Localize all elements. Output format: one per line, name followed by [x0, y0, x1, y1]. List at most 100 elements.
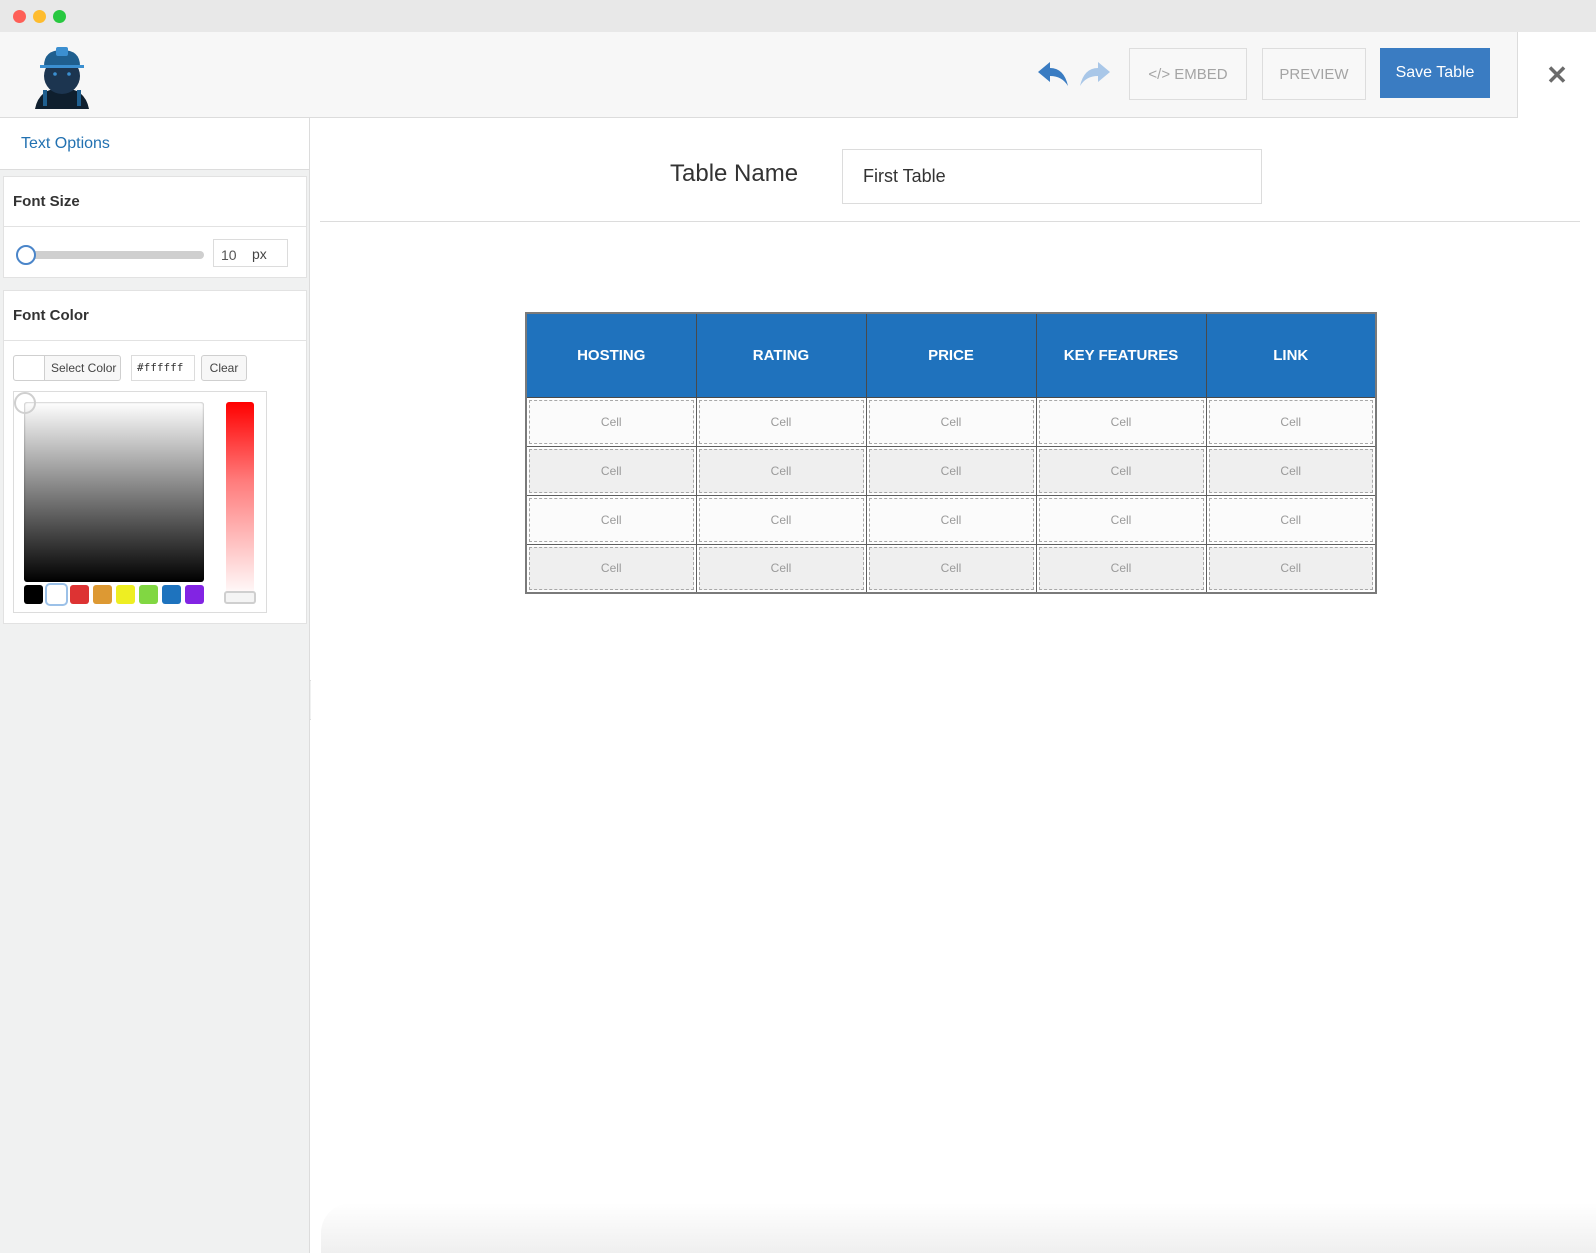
table-cell[interactable]: Cell [1035, 543, 1207, 594]
cell-text[interactable]: Cell [1208, 448, 1373, 493]
cell-text[interactable]: Cell [529, 399, 694, 444]
hue-slider[interactable] [226, 402, 254, 598]
palette-swatch-black[interactable] [24, 585, 43, 604]
close-editor-button[interactable]: ✕ [1517, 32, 1596, 118]
cell-text[interactable]: Cell [868, 546, 1034, 590]
table-cell[interactable]: Cell [695, 396, 867, 447]
palette-swatch-purple[interactable] [185, 585, 204, 604]
cell-text[interactable]: Cell [1038, 448, 1204, 493]
redo-button[interactable] [1078, 60, 1112, 90]
table-cell[interactable]: Cell [695, 445, 867, 496]
bottom-shadow [321, 1203, 1596, 1253]
cell-text[interactable]: Cell [1208, 497, 1373, 542]
table-cell[interactable]: Cell [525, 543, 697, 594]
font-size-slider-track[interactable] [19, 251, 204, 259]
table-row: Cell Cell Cell Cell Cell [525, 543, 1377, 594]
palette-swatch-orange[interactable] [93, 585, 112, 604]
cell-text[interactable]: Cell [529, 546, 694, 590]
table-cell[interactable]: Cell [1205, 396, 1377, 447]
window-close-button[interactable] [13, 10, 26, 23]
table-cell[interactable]: Cell [525, 445, 697, 496]
table-cell[interactable]: Cell [865, 445, 1037, 496]
table-cell[interactable]: Cell [695, 543, 867, 594]
font-size-value[interactable]: 10 [221, 247, 237, 263]
cell-text[interactable]: Cell [698, 448, 864, 493]
table-cell[interactable]: Cell [1035, 396, 1207, 447]
preview-button[interactable]: PREVIEW [1262, 48, 1366, 100]
table-row: Cell Cell Cell Cell Cell [525, 494, 1377, 545]
table-cell[interactable]: Cell [865, 494, 1037, 545]
hex-color-input[interactable]: #ffffff [131, 355, 195, 381]
cell-text[interactable]: Cell [1208, 399, 1373, 444]
sidebar: Text Options Font Size 10 px Font Color … [0, 118, 310, 1253]
table-row: Cell Cell Cell Cell Cell [525, 396, 1377, 447]
palette-swatch-green[interactable] [139, 585, 158, 604]
undo-arrow-icon [1038, 62, 1068, 86]
font-size-slider-handle[interactable] [16, 245, 36, 265]
select-color-button[interactable]: Select Color [13, 355, 121, 381]
font-size-unit: px [252, 246, 267, 262]
font-color-title: Font Color [4, 291, 306, 341]
saturation-handle[interactable] [14, 392, 36, 414]
font-color-panel: Font Color Select Color #ffffff Clear [3, 290, 307, 624]
cell-text[interactable]: Cell [698, 497, 864, 542]
select-color-label: Select Color [51, 361, 117, 375]
window-maximize-button[interactable] [53, 10, 66, 23]
worker-avatar-logo-icon [33, 46, 91, 111]
palette-swatch-blue[interactable] [162, 585, 181, 604]
color-palette [24, 583, 204, 606]
palette-swatch-red[interactable] [70, 585, 89, 604]
cell-text[interactable]: Cell [1038, 546, 1204, 590]
cell-text[interactable]: Cell [529, 497, 694, 542]
table-name-input[interactable] [842, 149, 1262, 204]
cell-text[interactable]: Cell [698, 546, 864, 590]
main-editor: Table Name HOSTINGRATINGPRICEKEY FEATURE… [311, 118, 1596, 1253]
font-size-input[interactable]: 10 px [213, 239, 288, 267]
font-size-title: Font Size [4, 177, 306, 227]
cell-text[interactable]: Cell [1038, 497, 1204, 542]
cell-text[interactable]: Cell [529, 448, 694, 493]
table-cell[interactable]: Cell [865, 396, 1037, 447]
cell-text[interactable]: Cell [868, 448, 1034, 493]
cell-text[interactable]: Cell [1038, 399, 1204, 444]
cell-text[interactable]: Cell [1208, 546, 1373, 590]
embed-button[interactable]: </> EMBED [1129, 48, 1247, 100]
cell-text[interactable]: Cell [868, 399, 1034, 444]
table-cell[interactable]: Cell [1205, 543, 1377, 594]
current-color-swatch[interactable] [14, 356, 45, 380]
clear-color-button[interactable]: Clear [201, 355, 247, 381]
table-cell[interactable]: Cell [1205, 445, 1377, 496]
editor-header: </> EMBED PREVIEW Save Table ✕ [0, 32, 1596, 118]
palette-swatch-yellow[interactable] [116, 585, 135, 604]
color-picker [13, 391, 267, 613]
redo-arrow-icon [1080, 62, 1110, 86]
table-name-label: Table Name [670, 160, 799, 187]
table-cell[interactable]: Cell [525, 396, 697, 447]
table-cell[interactable]: Cell [865, 543, 1037, 594]
column-header[interactable]: RATING [695, 312, 867, 398]
close-icon: ✕ [1546, 60, 1568, 90]
undo-button[interactable] [1036, 60, 1070, 90]
tab-text-options-label[interactable]: Text Options [21, 135, 110, 153]
cell-text[interactable]: Cell [868, 497, 1034, 542]
column-header[interactable]: HOSTING [525, 312, 697, 398]
table-cell[interactable]: Cell [1035, 494, 1207, 545]
tab-text-options[interactable]: Text Options [0, 118, 310, 170]
saturation-area[interactable] [24, 402, 204, 582]
hue-slider-handle[interactable] [224, 591, 256, 604]
font-size-panel: Font Size 10 px [3, 176, 307, 278]
divider [320, 221, 1580, 222]
table-cell[interactable]: Cell [1205, 494, 1377, 545]
window-minimize-button[interactable] [33, 10, 46, 23]
table-cell[interactable]: Cell [525, 494, 697, 545]
table-cell[interactable]: Cell [695, 494, 867, 545]
table-row: Cell Cell Cell Cell Cell [525, 445, 1377, 496]
cell-text[interactable]: Cell [698, 399, 864, 444]
save-table-button[interactable]: Save Table [1380, 48, 1490, 98]
column-header[interactable]: PRICE [865, 312, 1037, 398]
column-header[interactable]: LINK [1205, 312, 1377, 398]
column-header[interactable]: KEY FEATURES [1035, 312, 1207, 398]
table-header-row: HOSTING RATING PRICE KEY FEATURES LINK [525, 312, 1377, 398]
palette-swatch-white[interactable] [45, 583, 68, 606]
table-cell[interactable]: Cell [1035, 445, 1207, 496]
